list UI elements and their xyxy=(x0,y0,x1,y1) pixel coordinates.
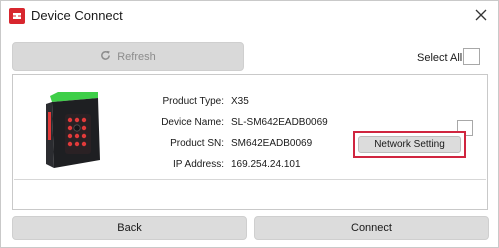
connect-button[interactable]: Connect xyxy=(254,216,489,240)
product-sn-label: Product SN: xyxy=(170,138,224,149)
ip-address-label: IP Address: xyxy=(173,159,224,170)
back-button[interactable]: Back xyxy=(12,216,247,240)
network-setting-highlight: Network Setting xyxy=(353,131,466,158)
app-logo-icon xyxy=(9,8,25,24)
network-setting-button[interactable]: Network Setting xyxy=(358,136,461,153)
device-list: Product Type: X35 Device Name: SL-SM642E… xyxy=(12,74,488,210)
title-bar: Device Connect xyxy=(1,1,498,31)
product-type-label: Product Type: xyxy=(162,96,224,107)
product-type-value: X35 xyxy=(231,96,249,107)
refresh-button[interactable]: Refresh xyxy=(12,42,244,71)
device-name-label: Device Name: xyxy=(161,117,224,128)
select-all-label: Select All xyxy=(417,52,463,64)
device-name-value: SL-SM642EADB0069 xyxy=(231,117,328,128)
select-all-checkbox[interactable] xyxy=(463,48,480,65)
window-title: Device Connect xyxy=(31,8,123,23)
scanner-device-icon xyxy=(40,84,106,176)
device-connect-window: Device Connect Refresh Select All Produc… xyxy=(0,0,499,248)
refresh-label: Refresh xyxy=(117,50,156,63)
refresh-icon xyxy=(100,50,111,64)
product-sn-value: SM642EADB0069 xyxy=(231,138,313,149)
close-icon[interactable] xyxy=(473,7,489,23)
ip-address-value: 169.254.24.101 xyxy=(231,159,301,170)
device-card[interactable]: Product Type: X35 Device Name: SL-SM642E… xyxy=(14,76,486,180)
